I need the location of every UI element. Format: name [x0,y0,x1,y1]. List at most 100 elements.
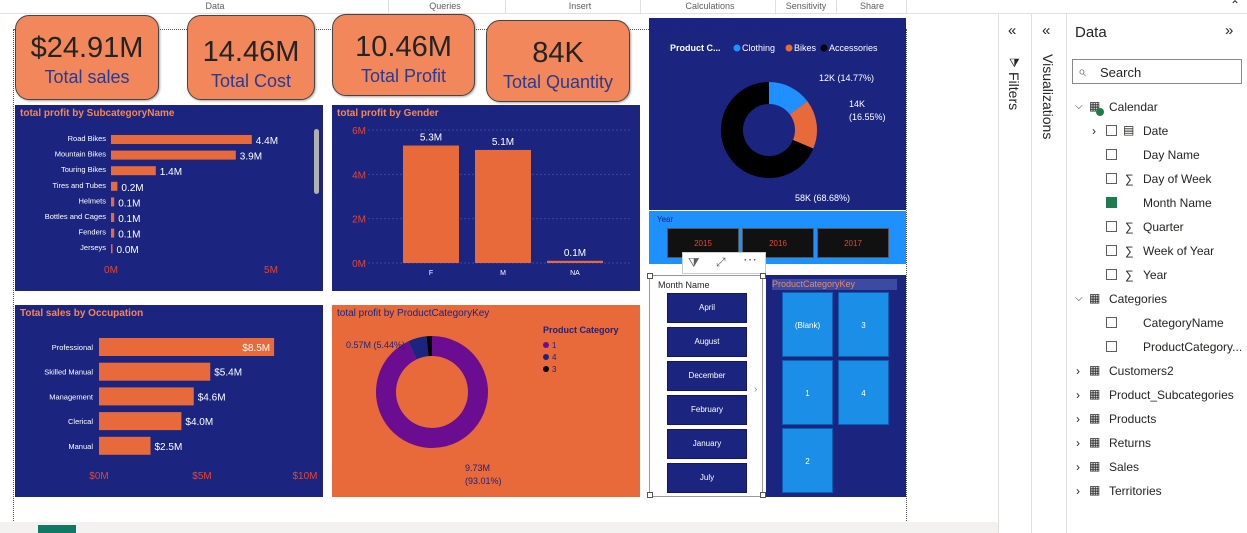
chevron-down-icon[interactable]: ⌵ [1075,101,1083,112]
month-item-february[interactable]: February [667,395,747,425]
month-item-december[interactable]: December [667,361,747,391]
ribbon-group-sensitivity[interactable]: Sensitivity [776,1,836,11]
chevron-down-icon[interactable]: ⌵ [1075,293,1083,304]
chart-profit-by-category-key[interactable]: total profit by ProductCategoryKey 0.57M… [332,305,640,497]
table-icon: ▦ [1089,483,1101,497]
scrollbar[interactable] [314,129,319,194]
category-key-tile-1[interactable]: 1 [782,360,833,425]
chevron-right-icon[interactable]: › [1076,388,1080,402]
legend-title: Product C... [670,43,721,53]
chevron-right-icon[interactable]: › [1076,484,1080,498]
tree-field-category-name[interactable]: CategoryName [1067,313,1247,333]
bar [111,166,156,176]
tree-table-territories[interactable]: › ▦ Territories [1067,481,1247,501]
kpi-label: Total Quantity [502,72,614,92]
month-item-august[interactable]: August [667,327,747,357]
category-key-tile-blank[interactable]: (Blank) [782,292,833,357]
checkbox[interactable] [1106,149,1117,160]
checkbox[interactable] [1106,221,1117,232]
chevron-right-icon[interactable]: › [1076,412,1080,426]
checkbox[interactable] [1106,173,1117,184]
checkbox[interactable] [1106,245,1117,256]
chart-profit-by-subcategory[interactable]: total profit by SubcategoryName Road Bik… [15,105,323,291]
expand-filters-icon[interactable]: « [1008,22,1016,39]
kpi-card-total-profit[interactable]: 10.46M Total Profit [332,14,475,96]
category-key-tile-2[interactable]: 2 [782,428,833,493]
ribbon-group-calculations[interactable]: Calculations [665,1,755,11]
tree-table-product-subcategories[interactable]: › ▦ Product_Subcategories [1067,385,1247,405]
ribbon-group-insert[interactable]: Insert [535,1,625,11]
category-key-tile-3[interactable]: 3 [838,292,889,357]
tree-table-categories[interactable]: ⌵ ▦ Categories [1067,289,1247,309]
ribbon-group-queries[interactable]: Queries [400,1,490,11]
resize-handle[interactable] [647,492,653,498]
page-tab-active[interactable] [38,525,76,533]
more-options-icon[interactable]: ⋯ [743,251,757,268]
tree-field-year[interactable]: ∑ Year [1067,265,1247,285]
tree-table-products[interactable]: › ▦ Products [1067,409,1247,429]
x-tick-label: 0M [104,265,118,276]
data-label: (93.01%) [465,476,502,486]
tree-table-returns[interactable]: › ▦ Returns [1067,433,1247,453]
tree-label: Day Name [1143,148,1200,162]
expand-visualizations-icon[interactable]: « [1042,22,1050,39]
collapse-data-pane-icon[interactable]: » [1225,22,1233,39]
tree-table-calendar[interactable]: ⌵ ▦ Calendar [1067,97,1247,117]
legend-entry: Bikes [794,43,817,53]
kpi-card-total-quantity[interactable]: 84K Total Quantity [486,20,630,102]
category-key-tile-4[interactable]: 4 [838,360,889,425]
category-label: Tires and Tubes [53,181,107,190]
filters-pane-collapsed[interactable]: « ⧩ Filters [998,14,1031,533]
month-item-july[interactable]: July [667,463,747,493]
y-tick-label: 2M [352,215,366,226]
filter-icon[interactable]: ⧩ [688,255,700,271]
bar [99,412,182,431]
tree-table-sales[interactable]: › ▦ Sales [1067,457,1247,477]
chevron-right-icon[interactable]: › [754,384,757,395]
x-tick-label: $5M [192,471,211,482]
tree-field-quarter[interactable]: ∑ Quarter [1067,217,1247,237]
x-tick-label: $0M [89,471,108,482]
visualizations-pane-collapsed[interactable]: « Visualizations [1031,14,1066,533]
data-label: 5.1M [492,137,514,148]
tree-field-day-name[interactable]: Day Name [1067,145,1247,165]
data-label: 14K [849,99,865,109]
check-badge-icon [1096,108,1104,116]
month-item-january[interactable]: January [667,429,747,459]
table-icon: ▦ [1089,387,1101,401]
checkbox[interactable] [1106,269,1117,280]
funnel-icon: ⧩ [1009,56,1020,70]
tree-field-product-category[interactable]: ProductCategory... [1067,337,1247,357]
page-tab-strip [0,522,998,533]
checkbox[interactable] [1106,341,1117,352]
chevron-right-icon[interactable]: › [1076,436,1080,450]
chart-quantity-by-category[interactable]: total quantity by CategoryName Product C… [649,18,906,210]
kpi-card-total-sales[interactable]: $24.91M Total sales [15,15,159,100]
tree-field-month-name[interactable]: Month Name [1067,193,1247,213]
checkbox[interactable] [1106,125,1117,136]
chevron-right-icon[interactable]: › [1076,364,1080,378]
tree-table-customers2[interactable]: › ▦ Customers2 [1067,361,1247,381]
ribbon-group-share[interactable]: Share [842,1,902,11]
chart-sales-by-occupation[interactable]: Total sales by Occupation Professional $8… [15,305,323,497]
chart-profit-by-gender[interactable]: total profit by Gender 6M 4M 2M 0M 5.3M F 5.1M… [332,105,640,291]
year-button-2017[interactable]: 2017 [817,228,889,258]
kpi-card-total-cost[interactable]: 14.46M Total Cost [187,15,315,100]
chevron-right-icon[interactable]: › [1092,124,1096,138]
tree-field-day-of-week[interactable]: ∑ Day of Week [1067,169,1247,189]
ribbon-group-data[interactable]: Data [170,1,260,11]
search-box[interactable]: ⌕ Search [1072,59,1242,84]
tree-field-date[interactable]: › ▤ Date [1067,121,1247,141]
checkbox[interactable] [1106,317,1117,328]
chevron-right-icon[interactable]: › [1076,460,1080,474]
focus-mode-icon[interactable]: ⤢ [716,255,726,270]
collapse-ribbon-icon[interactable]: ⌃ [1230,0,1240,12]
bar [99,387,194,406]
month-item-april[interactable]: April [667,293,747,323]
tree-label: Returns [1109,436,1152,450]
kpi-value: 84K [532,37,584,69]
resize-handle[interactable] [647,273,653,279]
category-label: Manual [68,442,93,451]
checkbox-checked[interactable] [1106,197,1117,208]
tree-field-week-of-year[interactable]: ∑ Week of Year [1067,241,1247,261]
